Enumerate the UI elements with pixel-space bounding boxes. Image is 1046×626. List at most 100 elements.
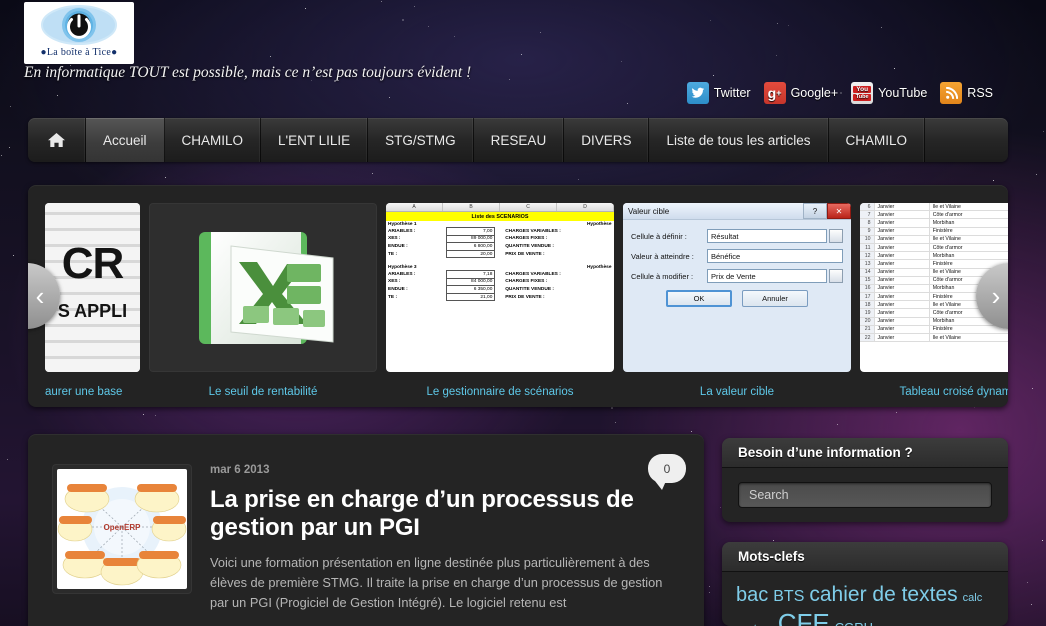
nav-item-ent-lilie[interactable]: L'ENT LILIE [261,118,368,162]
tag-link[interactable]: calc [963,592,983,605]
site-header: ●La boîte à Tice● En informatique TOUT e… [0,0,1046,118]
cell-picker-icon[interactable] [829,269,843,283]
nav-item-home[interactable] [28,118,86,162]
social-link-googleplus[interactable]: g+ Google+ [764,82,839,104]
table-cell: 11 [860,243,874,251]
sheet-col: B [443,203,500,211]
rss-icon [940,82,962,104]
table-cell: Janvier [874,284,929,292]
nav-item-stg-stmg[interactable]: STG/STMG [368,118,474,162]
keyboard-image: CR S APPLI [45,203,140,372]
sheet-cell: TE : [386,293,446,301]
table-cell: Janvier [874,301,929,309]
dialog-field-row: Cellule à définir : Résultat [631,229,843,243]
comment-count-badge[interactable]: 0 [648,454,686,483]
nav-item-reseau[interactable]: RESEAU [474,118,565,162]
comment-count: 0 [664,462,671,476]
table-cell: Janvier [874,227,929,235]
table-row: 8JanvierMorbihanMme MO [860,219,1008,227]
search-input[interactable] [738,482,992,508]
slide-caption[interactable]: aurer une base [45,386,140,398]
field-value[interactable]: Prix de Vente [707,269,827,283]
post-card: OpenERP [28,434,704,626]
slide-caption[interactable]: Le gestionnaire de scénarios [386,386,614,398]
sheet-cell: TE : [386,250,446,258]
sheet-cell: CHARGES VARIABLES : [503,271,613,279]
nav-item-chamilo-1[interactable]: CHAMILO [165,118,262,162]
dialog-window-buttons: ? ✕ [803,203,851,219]
nav-item-liste-articles[interactable]: Liste de tous les articles [649,118,828,162]
help-icon[interactable]: ? [803,203,827,219]
carousel-slide[interactable]: A B C D Liste des SCENARIOS Hypothèse 1H… [386,203,614,398]
sheet-cell: CHARGES FIXES : [503,235,613,243]
table-cell: 12 [860,252,874,260]
nav-label: CHAMILO [182,133,244,148]
home-icon [48,132,65,148]
table-row: 11JanvierCôte d'armorM. FRIN [860,243,1008,251]
table-cell: Ile et Vilaine [929,203,1008,211]
carousel-slides: CR S APPLI aurer une base [50,203,1008,398]
cancel-button[interactable]: Annuler [742,290,808,307]
tag-link[interactable]: BTS [773,587,804,607]
field-value[interactable]: Résultat [707,229,827,243]
nav-item-chamilo-2[interactable]: CHAMILO [829,118,926,162]
sheet-cell: 84 000,00 [446,278,495,286]
ok-button[interactable]: OK [666,290,732,307]
slide-text-small: S APPLI [58,301,127,322]
nav-spacer [925,118,1008,162]
excel-logo-icon [187,224,339,352]
table-cell: 8 [860,219,874,227]
tag-link[interactable]: CFE [778,608,830,626]
sheet-cell: 89 000,00 [446,235,495,243]
tag-link[interactable]: capture [736,623,773,626]
table-cell: Finistère [929,227,1008,235]
featured-carousel: ‹ › CR S APPLI aurer une base [28,185,1008,407]
nav-label: L'ENT LILIE [278,133,350,148]
site-logo[interactable]: ●La boîte à Tice● [24,2,134,64]
social-label-googleplus: Google+ [791,86,839,100]
slide-caption[interactable]: Le seuil de rentabilité [149,386,377,398]
field-value[interactable]: Bénéfice [707,249,843,263]
nav-item-divers[interactable]: DIVERS [564,118,649,162]
nav-item-accueil[interactable]: Accueil [86,118,165,162]
sheet-cell: ARIABLES : [386,271,446,279]
table-cell: Morbihan [929,219,1008,227]
carousel-slide[interactable]: Le seuil de rentabilité [149,203,377,398]
slide-caption[interactable]: Tableau croisé dynamique av [860,386,1008,398]
post-thumbnail[interactable]: OpenERP [52,464,192,594]
table-row: 6JanvierIle et VilaineMme MO [860,203,1008,211]
table-cell: 20 [860,317,874,325]
nav-label: CHAMILO [846,133,908,148]
sheet-cell: CHARGES VARIABLES : [503,228,613,236]
dialog-title: Valeur cible [628,207,669,216]
cell-picker-icon[interactable] [829,229,843,243]
social-link-youtube[interactable]: YouTube YouTube [851,82,927,104]
field-label: Valeur à atteindre : [631,252,707,261]
slide-caption[interactable]: La valeur cible [623,386,851,398]
post-title[interactable]: La prise en charge d’un processus de ges… [210,486,680,542]
field-label: Cellule à modifier : [631,272,707,281]
table-cell: Janvier [874,260,929,268]
close-icon[interactable]: ✕ [827,203,851,219]
table-cell: Janvier [874,252,929,260]
chevron-left-icon: ‹ [36,281,45,312]
tag-link[interactable]: bac [736,583,768,607]
tag-link[interactable]: cahier de textes [809,582,957,608]
table-row: 9JanvierFinistèreMme MO [860,227,1008,235]
social-link-rss[interactable]: RSS [940,82,993,104]
table-cell: Janvier [874,219,929,227]
table-cell: 19 [860,309,874,317]
table-cell: 16 [860,284,874,292]
social-link-twitter[interactable]: Twitter [687,82,751,104]
table-cell: 7 [860,211,874,219]
sheet-cell: 7,00 [446,228,495,236]
post-excerpt: Voici une formation présentation en lign… [210,553,680,612]
carousel-slide[interactable]: Valeur cible ? ✕ Cellule à définir : Rés… [623,203,851,398]
sheet-cell: ENDUE : [386,286,446,294]
table-row: 13JanvierFinistèreM. FRIN [860,260,1008,268]
tag-link[interactable]: CGRH [835,620,873,626]
chevron-right-icon: › [992,281,1001,312]
search-form [722,468,1008,522]
post-date: mar 6 2013 [210,464,680,476]
sheet-title: Liste des SCENARIOS [386,212,614,221]
